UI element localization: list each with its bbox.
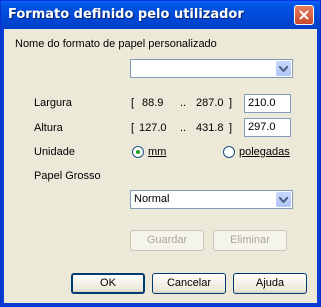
close-icon <box>299 10 309 20</box>
unit-inches-radio[interactable] <box>223 146 235 158</box>
height-range-open: [ <box>131 122 135 134</box>
radio-selected-dot <box>136 150 140 154</box>
unit-mm-radio[interactable] <box>132 146 144 158</box>
width-range-max: 287.0 <box>196 97 224 109</box>
width-label: Largura <box>34 97 72 109</box>
paper-format-combobox[interactable] <box>130 59 293 78</box>
window-title: Formato definido pelo utilizador <box>8 7 244 22</box>
chevron-down-icon[interactable] <box>276 61 291 76</box>
width-input[interactable]: 210.0 <box>244 94 291 113</box>
close-button[interactable] <box>294 5 314 25</box>
height-range-min: 127.0 <box>139 122 167 134</box>
height-range-max: 431.8 <box>196 122 224 134</box>
height-range-close: ] <box>229 122 233 134</box>
title-bar: Formato definido pelo utilizador <box>1 1 320 29</box>
width-range-open: [ <box>131 97 135 109</box>
unit-inches-label[interactable]: polegadas <box>239 146 290 158</box>
dialog-body: Nome do formato de papel personalizado L… <box>4 29 317 303</box>
save-button[interactable]: Guardar <box>130 230 204 251</box>
height-input[interactable]: 297.0 <box>244 118 291 137</box>
paper-format-label: Nome do formato de papel personalizado <box>15 38 217 50</box>
height-label: Altura <box>34 122 63 134</box>
thick-paper-combobox[interactable]: Normal <box>130 190 293 209</box>
ok-button[interactable]: OK <box>71 273 145 294</box>
height-range-sep: .. <box>180 122 187 134</box>
thick-paper-label: Papel Grosso <box>34 170 101 182</box>
thick-paper-value: Normal <box>134 193 170 205</box>
cancel-button[interactable]: Cancelar <box>152 273 226 294</box>
delete-button[interactable]: Eliminar <box>213 230 287 251</box>
dialog-window: Formato definido pelo utilizador Nome do… <box>0 0 321 307</box>
unit-mm-label[interactable]: mm <box>148 146 166 158</box>
chevron-down-icon[interactable] <box>276 192 291 207</box>
width-range-close: ] <box>229 97 233 109</box>
help-button[interactable]: Ajuda <box>233 273 307 294</box>
unit-label: Unidade <box>34 146 75 158</box>
width-range-sep: .. <box>180 97 187 109</box>
width-range-min: 88.9 <box>142 97 164 109</box>
